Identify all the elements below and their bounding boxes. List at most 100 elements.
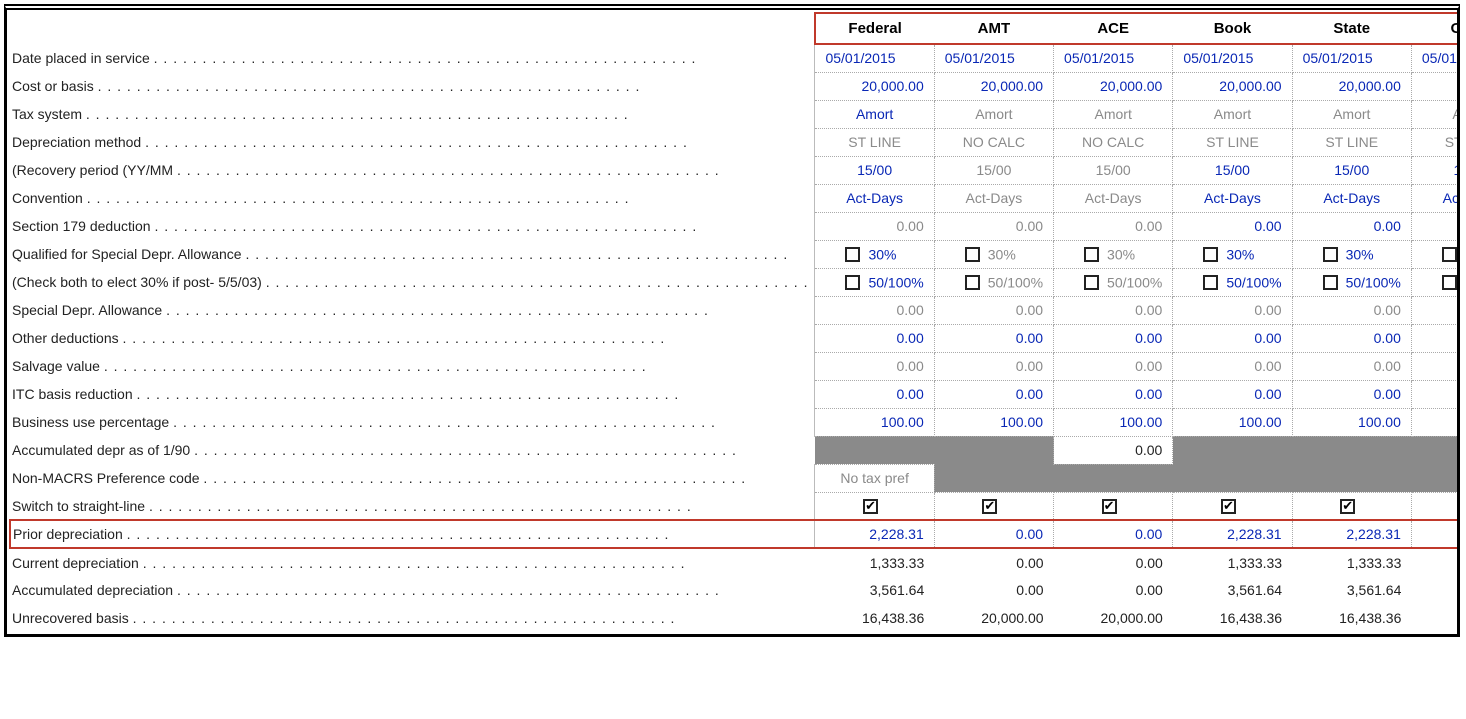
cell-checkbox[interactable]: 30% — [1173, 240, 1292, 268]
cell-value[interactable]: Act-Days — [1054, 184, 1173, 212]
cell-value[interactable]: 0.00 — [1054, 324, 1173, 352]
cell-value[interactable]: 0.00 — [1292, 352, 1411, 380]
cell-value[interactable]: 15/00 — [1054, 156, 1173, 184]
checkbox-icon[interactable] — [1340, 499, 1355, 514]
cell-value[interactable]: 100.00 — [1292, 408, 1411, 436]
cell-value[interactable]: 05/01/2015 — [1411, 44, 1460, 72]
cell-value[interactable]: 0.00 — [1054, 352, 1173, 380]
cell-value[interactable]: 100.00 — [934, 408, 1053, 436]
cell-value[interactable]: 15/00 — [1173, 156, 1292, 184]
cell-checkbox[interactable]: 50/100% — [815, 268, 934, 296]
cell-value[interactable]: Amort — [1173, 100, 1292, 128]
cell-value[interactable]: No tax pref — [815, 464, 934, 492]
cell-value[interactable]: 15/00 — [1411, 156, 1460, 184]
cell-value[interactable]: ST LINE — [815, 128, 934, 156]
cell-value[interactable]: 2,228.31 — [815, 520, 934, 548]
cell-value[interactable]: 0.00 — [934, 212, 1053, 240]
cell-checkbox[interactable]: 50/100% — [934, 268, 1053, 296]
cell-value[interactable]: 0.00 — [934, 380, 1053, 408]
cell-value[interactable]: NO CALC — [934, 128, 1053, 156]
checkbox-icon[interactable] — [965, 247, 980, 262]
cell-checkbox[interactable]: 50/100% — [1173, 268, 1292, 296]
cell-value[interactable]: 15/00 — [934, 156, 1053, 184]
cell-value[interactable]: 0.00 — [1173, 296, 1292, 324]
cell-value[interactable]: 0.00 — [815, 380, 934, 408]
checkbox-icon[interactable] — [845, 247, 860, 262]
cell-value[interactable]: 20,000.00 — [815, 72, 934, 100]
cell-value[interactable]: 0.00 — [1054, 212, 1173, 240]
cell-value[interactable]: 0.00 — [815, 296, 934, 324]
cell-value[interactable]: Amort — [1411, 100, 1460, 128]
cell-value[interactable]: Amort — [1292, 100, 1411, 128]
cell-checkbox[interactable]: 50/100% — [1411, 268, 1460, 296]
cell-value[interactable]: 0.00 — [1411, 324, 1460, 352]
cell-value[interactable]: 20,000.00 — [934, 72, 1053, 100]
cell-checkbox[interactable]: 30% — [1411, 240, 1460, 268]
checkbox-icon[interactable] — [1442, 247, 1457, 262]
cell-checkbox[interactable] — [815, 492, 934, 520]
cell-value[interactable]: 05/01/2015 — [1173, 44, 1292, 72]
checkbox-icon[interactable] — [1084, 275, 1099, 290]
cell-checkbox[interactable] — [934, 492, 1053, 520]
cell-value[interactable]: 2,228.31 — [1411, 520, 1460, 548]
cell-value[interactable]: 0.00 — [1173, 324, 1292, 352]
cell-value[interactable]: 0.00 — [815, 324, 934, 352]
cell-value[interactable]: Amort — [815, 100, 934, 128]
cell-value[interactable]: 0.00 — [934, 352, 1053, 380]
cell-value[interactable]: 0.00 — [1054, 520, 1173, 548]
cell-value[interactable]: 0.00 — [1292, 296, 1411, 324]
checkbox-icon[interactable] — [965, 275, 980, 290]
checkbox-icon[interactable] — [863, 499, 878, 514]
cell-value[interactable]: 100.00 — [1411, 408, 1460, 436]
cell-value[interactable]: 0.00 — [1411, 380, 1460, 408]
cell-value[interactable]: 05/01/2015 — [934, 44, 1053, 72]
cell-value[interactable]: ST LINE — [1173, 128, 1292, 156]
checkbox-icon[interactable] — [1203, 275, 1218, 290]
checkbox-icon[interactable] — [1221, 499, 1236, 514]
cell-value[interactable]: 20,000.00 — [1173, 72, 1292, 100]
cell-value[interactable]: 0.00 — [1173, 212, 1292, 240]
cell-checkbox[interactable]: 30% — [815, 240, 934, 268]
cell-value[interactable]: 05/01/2015 — [815, 44, 934, 72]
cell-value[interactable]: 05/01/2015 — [1292, 44, 1411, 72]
cell-checkbox[interactable] — [1173, 492, 1292, 520]
cell-value[interactable]: 0.00 — [815, 352, 934, 380]
cell-value[interactable]: 0.00 — [1411, 296, 1460, 324]
cell-value[interactable]: 15/00 — [1292, 156, 1411, 184]
cell-value[interactable]: 0.00 — [1054, 380, 1173, 408]
cell-value[interactable]: 0.00 — [934, 520, 1053, 548]
cell-value[interactable]: ST LINE — [1411, 128, 1460, 156]
checkbox-icon[interactable] — [1323, 247, 1338, 262]
cell-value[interactable]: NO CALC — [1054, 128, 1173, 156]
cell-value[interactable]: 0.00 — [1173, 352, 1292, 380]
cell-value[interactable]: 0.00 — [934, 296, 1053, 324]
cell-value[interactable]: 20,000.00 — [1411, 72, 1460, 100]
cell-value[interactable]: 20,000.00 — [1292, 72, 1411, 100]
checkbox-icon[interactable] — [845, 275, 860, 290]
cell-value[interactable]: 0.00 — [1173, 380, 1292, 408]
cell-checkbox[interactable]: 50/100% — [1054, 268, 1173, 296]
checkbox-icon[interactable] — [1203, 247, 1218, 262]
cell-value[interactable]: Act-Days — [1173, 184, 1292, 212]
cell-checkbox[interactable]: 30% — [934, 240, 1053, 268]
checkbox-icon[interactable] — [1442, 275, 1457, 290]
cell-value[interactable]: 15/00 — [815, 156, 934, 184]
cell-value[interactable]: 2,228.31 — [1292, 520, 1411, 548]
cell-value[interactable]: 0.00 — [1054, 436, 1173, 464]
checkbox-icon[interactable] — [1323, 275, 1338, 290]
cell-value[interactable]: 0.00 — [1411, 212, 1460, 240]
cell-value[interactable]: ST LINE — [1292, 128, 1411, 156]
cell-value[interactable]: 0.00 — [1292, 324, 1411, 352]
cell-value[interactable]: 0.00 — [934, 324, 1053, 352]
cell-value[interactable]: 0.00 — [1292, 380, 1411, 408]
cell-value[interactable]: 05/01/2015 — [1054, 44, 1173, 72]
checkbox-icon[interactable] — [1084, 247, 1099, 262]
cell-value[interactable]: Amort — [1054, 100, 1173, 128]
cell-checkbox[interactable] — [1411, 492, 1460, 520]
cell-checkbox[interactable]: 50/100% — [1292, 268, 1411, 296]
cell-value[interactable]: 100.00 — [815, 408, 934, 436]
cell-value[interactable]: Amort — [934, 100, 1053, 128]
checkbox-icon[interactable] — [1102, 499, 1117, 514]
cell-value[interactable]: 0.00 — [1054, 296, 1173, 324]
cell-value[interactable]: Act-Days — [1411, 184, 1460, 212]
